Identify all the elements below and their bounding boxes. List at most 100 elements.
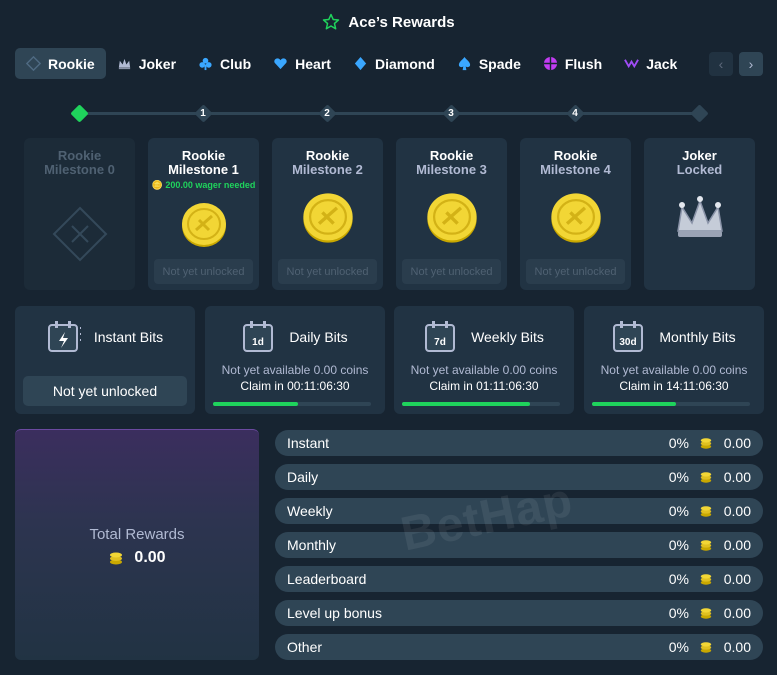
progress-bar bbox=[592, 402, 750, 406]
tab-label: Diamond bbox=[374, 55, 435, 72]
tab-label: Spade bbox=[478, 55, 521, 72]
progress-bar bbox=[213, 402, 371, 406]
milestone-card[interactable]: Joker Locked bbox=[644, 138, 755, 290]
coin-stack-icon bbox=[700, 642, 712, 653]
bits-name: Daily Bits bbox=[289, 329, 348, 345]
breakdown-row: Weekly 0% 0.00 bbox=[275, 498, 763, 524]
milestone-title: Rookie bbox=[429, 148, 474, 163]
availability-text: Not yet available 0.00 coins bbox=[600, 363, 748, 377]
rewards-breakdown: Instant 0% 0.00 Daily 0% 0.00 Weekly 0% … bbox=[275, 430, 763, 668]
daily-bits-card: 1d Daily Bits Not yet available 0.00 coi… bbox=[205, 306, 385, 414]
gold-coin-icon bbox=[181, 203, 226, 247]
tab-label: Flush bbox=[564, 55, 603, 72]
milestone-card: Rookie Milestone 0 bbox=[24, 138, 135, 290]
total-rewards-label: Total Rewards bbox=[89, 526, 185, 543]
instant-calendar-icon bbox=[47, 321, 81, 352]
tab-label: Jack bbox=[646, 55, 678, 72]
gold-coin-icon bbox=[302, 193, 353, 243]
locked-reward-icon bbox=[52, 206, 107, 261]
breakdown-row: Monthly 0% 0.00 bbox=[275, 532, 763, 558]
chevron-right-icon: › bbox=[748, 56, 754, 72]
breakdown-row: Daily 0% 0.00 bbox=[275, 464, 763, 490]
track-node: 1 bbox=[193, 103, 213, 123]
not-yet-unlocked-button[interactable]: Not yet unlocked bbox=[23, 376, 187, 406]
milestone-subtitle: Milestone 1 bbox=[168, 162, 239, 177]
row-percent: 0% bbox=[668, 605, 689, 621]
row-label: Monthly bbox=[287, 537, 337, 553]
breakdown-row: Leaderboard 0% 0.00 bbox=[275, 566, 763, 592]
weekly-bits-card: 7d Weekly Bits Not yet available 0.00 co… bbox=[394, 306, 574, 414]
milestone-subtitle: Milestone 4 bbox=[540, 162, 611, 177]
jack-icon bbox=[624, 59, 640, 69]
svg-text:30d: 30d bbox=[620, 337, 637, 348]
star-icon bbox=[323, 13, 340, 30]
club-icon bbox=[199, 57, 212, 71]
row-percent: 0% bbox=[668, 469, 689, 485]
track-node bbox=[689, 103, 709, 123]
tier-tabs: Rookie Joker Club Heart Diamond Spade Fl… bbox=[15, 48, 763, 79]
milestone-title: Rookie bbox=[181, 148, 226, 163]
calendar-icon: 7d bbox=[425, 321, 456, 352]
tab-scroll-controls: ‹ › bbox=[709, 52, 763, 76]
breakdown-row: Instant 0% 0.00 bbox=[275, 430, 763, 456]
milestone-track: 1 2 3 4 bbox=[69, 103, 710, 123]
monthly-bits-card: 30d Monthly Bits Not yet available 0.00 … bbox=[584, 306, 764, 414]
tab-flush[interactable]: Flush bbox=[532, 48, 613, 79]
scroll-right-button[interactable]: › bbox=[739, 52, 763, 76]
tab-joker[interactable]: Joker bbox=[106, 48, 187, 79]
availability-text: Not yet available 0.00 coins bbox=[221, 363, 369, 377]
spade-icon bbox=[458, 56, 470, 71]
calendar-icon: 30d bbox=[613, 321, 644, 352]
milestone-subtitle: Milestone 2 bbox=[292, 162, 363, 177]
row-amount: 0.00 bbox=[723, 435, 751, 451]
milestone-card[interactable]: Rookie Milestone 4 Not yet unlocked bbox=[520, 138, 631, 290]
availability-text: Not yet available 0.00 coins bbox=[410, 363, 558, 377]
rookie-icon bbox=[26, 56, 41, 71]
svg-text:7d: 7d bbox=[434, 337, 446, 348]
row-label: Daily bbox=[287, 469, 319, 485]
tab-label: Heart bbox=[295, 55, 331, 72]
milestone-card[interactable]: Rookie Milestone 3 Not yet unlocked bbox=[396, 138, 507, 290]
joker-crown-icon bbox=[676, 195, 723, 237]
milestone-status: Not yet unlocked bbox=[526, 259, 625, 284]
row-percent: 0% bbox=[668, 503, 689, 519]
coin-stack-icon bbox=[700, 608, 712, 619]
flush-icon bbox=[543, 56, 557, 71]
milestone-card[interactable]: Rookie Milestone 1 🪙 200.00 wager needed… bbox=[148, 138, 259, 290]
row-amount: 0.00 bbox=[723, 605, 751, 621]
tab-heart[interactable]: Heart bbox=[262, 48, 342, 79]
gold-coin-icon bbox=[426, 193, 477, 243]
total-rewards-value: 0.00 bbox=[15, 549, 259, 567]
milestone-title: Joker bbox=[682, 148, 717, 163]
track-node bbox=[69, 103, 89, 123]
tab-club[interactable]: Club bbox=[187, 48, 262, 79]
wager-needed-text: 🪙 200.00 wager needed bbox=[151, 180, 256, 190]
milestone-title: Rookie bbox=[305, 148, 350, 163]
row-label: Weekly bbox=[287, 503, 333, 519]
breakdown-row: Level up bonus 0% 0.00 bbox=[275, 600, 763, 626]
chevron-left-icon: ‹ bbox=[718, 56, 724, 72]
bits-info: Not yet available 0.00 coins Claim in 01… bbox=[394, 362, 574, 394]
page-header: Ace’s Rewards bbox=[0, 10, 777, 34]
svg-text:1d: 1d bbox=[252, 337, 264, 348]
row-amount: 0.00 bbox=[723, 639, 751, 655]
page-title: Ace’s Rewards bbox=[348, 13, 455, 31]
tab-diamond[interactable]: Diamond bbox=[342, 48, 446, 79]
scroll-left-button[interactable]: ‹ bbox=[709, 52, 733, 76]
row-amount: 0.00 bbox=[723, 537, 751, 553]
total-rewards-panel: Total Rewards 0.00 bbox=[15, 429, 259, 660]
row-label: Instant bbox=[287, 435, 330, 451]
tab-label: Club bbox=[220, 55, 252, 72]
instant-bits-card: Instant Bits Not yet unlocked bbox=[15, 306, 195, 414]
milestone-card[interactable]: Rookie Milestone 2 Not yet unlocked bbox=[272, 138, 383, 290]
coin-stack-icon bbox=[700, 574, 712, 585]
milestone-subtitle: Locked bbox=[676, 162, 723, 177]
tab-jack[interactable]: Jack bbox=[613, 48, 688, 79]
milestone-status: Not yet unlocked bbox=[278, 259, 377, 284]
row-percent: 0% bbox=[668, 435, 689, 451]
tab-rookie[interactable]: Rookie bbox=[15, 48, 106, 79]
tab-spade[interactable]: Spade bbox=[446, 48, 532, 79]
track-node: 3 bbox=[441, 103, 461, 123]
gold-coin-icon bbox=[550, 193, 601, 243]
diamond-icon bbox=[354, 56, 367, 71]
